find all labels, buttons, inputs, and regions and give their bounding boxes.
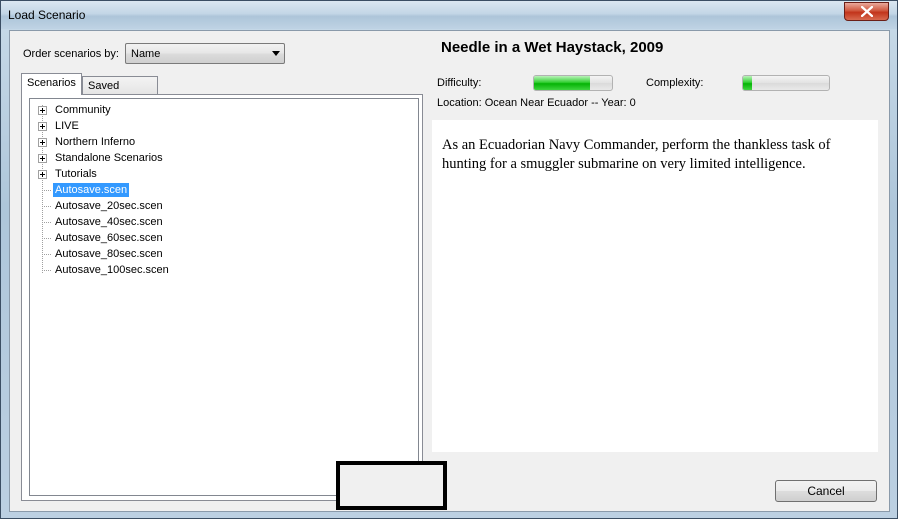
tree-item-label: Tutorials	[55, 168, 97, 180]
scenario-tree[interactable]: Community LIVE Northern Inferno Standalo…	[29, 98, 419, 496]
expand-plus-icon[interactable]	[38, 106, 47, 115]
expand-plus-icon[interactable]	[38, 154, 47, 163]
scenario-description: As an Ecuadorian Navy Commander, perform…	[442, 137, 831, 172]
expand-plus-icon[interactable]	[38, 170, 47, 179]
difficulty-meter	[533, 75, 613, 91]
tree-item-label: LIVE	[55, 120, 79, 132]
tree-connector	[42, 270, 51, 271]
tree-item-label: Autosave_60sec.scen	[55, 232, 163, 244]
tree-item-label: Autosave.scen	[53, 183, 130, 197]
tree-connector	[42, 206, 51, 207]
location-year-line: Location: Ocean Near Ecuador -- Year: 0	[437, 97, 636, 109]
close-button[interactable]	[844, 2, 889, 21]
tree-connector	[42, 222, 51, 223]
tab-scenarios[interactable]: Scenarios	[21, 73, 82, 95]
close-icon	[860, 6, 873, 17]
order-by-label: Order scenarios by:	[23, 48, 119, 60]
annotation-highlight-box	[336, 461, 447, 510]
complexity-meter-fill	[743, 76, 752, 90]
tree-item-label: Autosave_20sec.scen	[55, 200, 163, 212]
complexity-meter	[742, 75, 830, 91]
title-bar[interactable]: Load Scenario	[1, 1, 897, 29]
tree-item-label: Northern Inferno	[55, 136, 136, 148]
tree-item-label: Autosave_40sec.scen	[55, 216, 163, 228]
tab-saved-games[interactable]: Saved games	[82, 76, 158, 104]
tree-item-label: Standalone Scenarios	[55, 152, 163, 164]
scenarios-tab-panel: Community LIVE Northern Inferno Standalo…	[21, 94, 423, 501]
tree-connector	[42, 238, 51, 239]
order-by-value: Name	[131, 48, 161, 60]
cancel-button[interactable]: Cancel	[775, 480, 877, 502]
difficulty-label: Difficulty:	[437, 77, 482, 89]
window-title: Load Scenario	[8, 8, 86, 22]
tree-item-label: Autosave_100sec.scen	[55, 264, 169, 276]
expand-plus-icon[interactable]	[38, 122, 47, 131]
tree-connector	[42, 190, 51, 191]
tree-item-label: Autosave_80sec.scen	[55, 248, 163, 260]
order-by-dropdown[interactable]: Name	[125, 43, 285, 64]
chevron-down-icon	[272, 51, 280, 56]
difficulty-meter-fill	[534, 76, 591, 90]
tree-item-label: Community	[55, 104, 111, 116]
complexity-label: Complexity:	[646, 77, 704, 89]
expand-plus-icon[interactable]	[38, 138, 47, 147]
load-scenario-window: Load Scenario Order scenarios by: Name S…	[0, 0, 898, 519]
scenario-description-box: As an Ecuadorian Navy Commander, perform…	[432, 120, 878, 452]
dialog-client-area: Order scenarios by: Name Scenarios Saved…	[9, 30, 890, 512]
tree-connector	[42, 254, 51, 255]
scenario-title: Needle in a Wet Haystack, 2009	[441, 39, 664, 56]
